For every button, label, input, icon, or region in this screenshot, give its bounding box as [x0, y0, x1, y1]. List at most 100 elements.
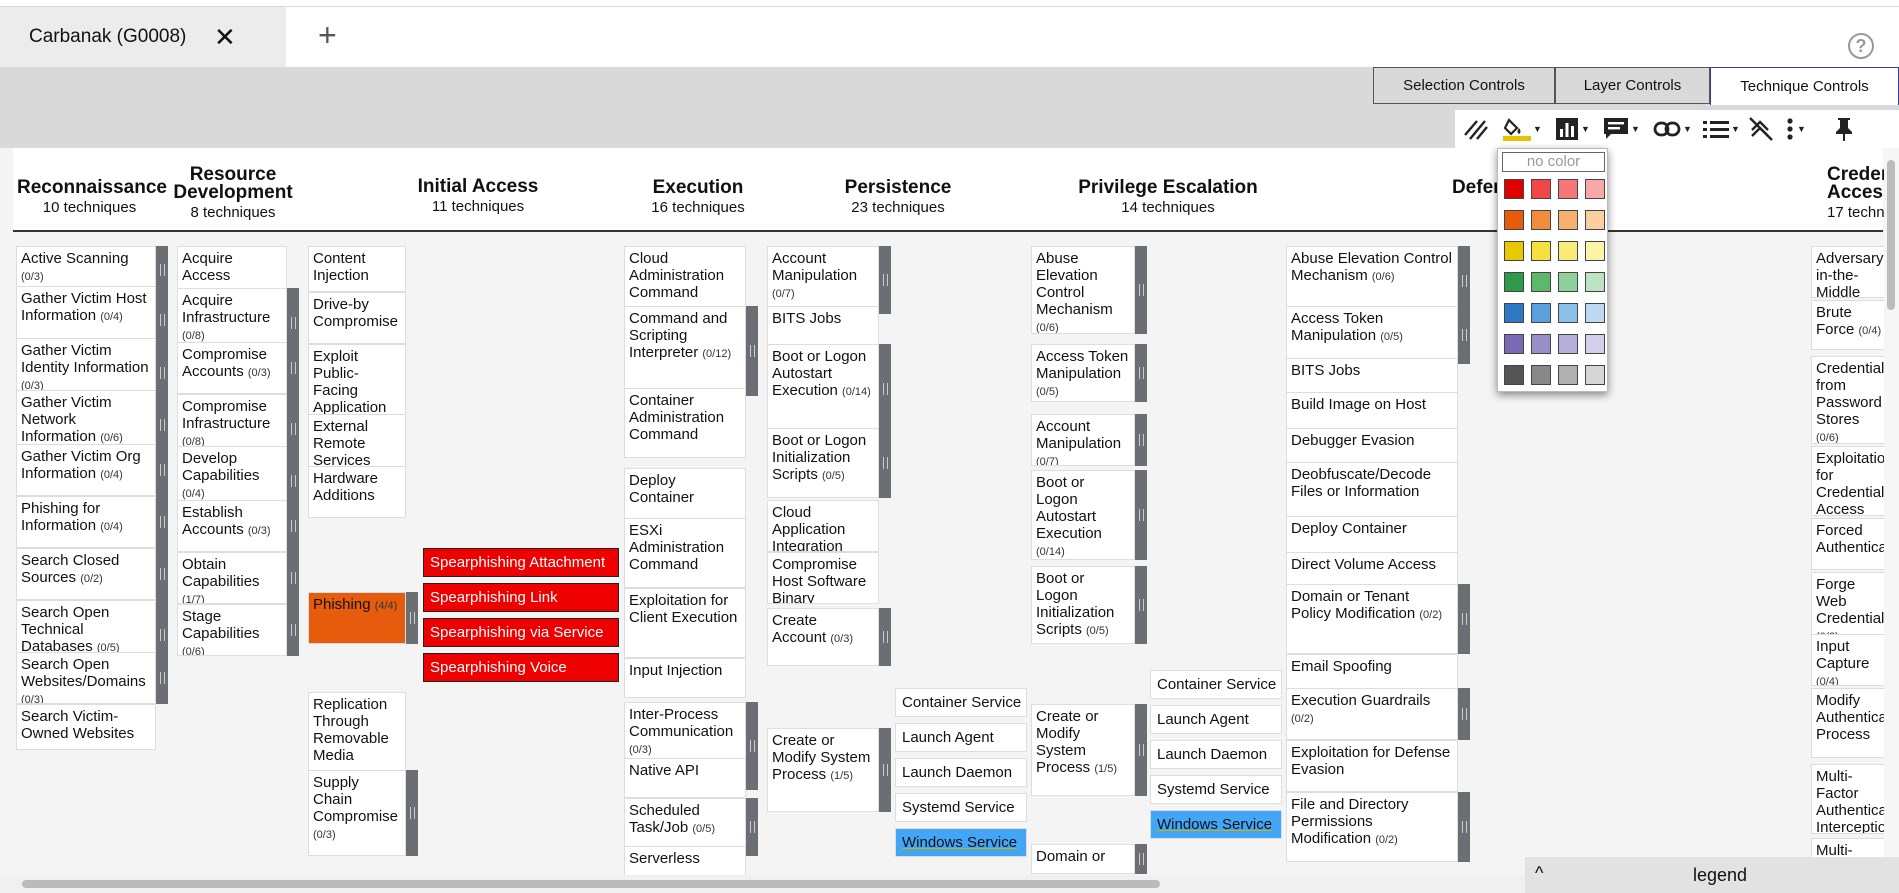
technique-cell[interactable]: Create or Modify System Process (1/5)	[767, 728, 879, 812]
tab-selection-controls[interactable]: Selection Controls	[1373, 67, 1555, 104]
technique-cell[interactable]: Domain or Tenant Policy Modification (0/…	[1286, 584, 1458, 654]
vertical-scrollbar[interactable]	[1884, 148, 1899, 875]
color-swatch[interactable]	[1531, 210, 1551, 230]
color-swatch[interactable]	[1504, 334, 1524, 354]
tactic-header-reconnaissance[interactable]: Reconnaissance 10 techniques	[17, 178, 167, 216]
technique-cell[interactable]: Compromise Host Software Binary	[767, 552, 879, 604]
tactic-header-persistence[interactable]: Persistence 23 techniques	[813, 178, 983, 216]
subtechnique-cell[interactable]: Container Service	[1150, 670, 1282, 699]
subtechnique-cell[interactable]: Launch Agent	[895, 723, 1027, 752]
technique-cell[interactable]: Serverless	[624, 846, 746, 875]
subtechnique-cell[interactable]: Spearphishing via Service	[423, 618, 619, 647]
horizontal-scroll-thumb[interactable]	[22, 880, 1160, 888]
tactic-header-initial-access[interactable]: Initial Access 11 techniques	[393, 177, 563, 215]
expand-subtechniques-handle[interactable]	[406, 770, 418, 856]
color-swatch[interactable]	[1558, 303, 1578, 323]
expand-subtechniques-handle[interactable]	[879, 344, 891, 434]
technique-cell[interactable]: Exploitation for Defense Evasion	[1286, 740, 1458, 792]
technique-cell[interactable]: Deploy Container	[624, 468, 746, 520]
technique-cell[interactable]: Boot or Logon Initialization Scripts (0/…	[767, 428, 879, 498]
technique-cell[interactable]: Exploitation for Credential Access	[1811, 446, 1891, 516]
color-swatch[interactable]	[1531, 272, 1551, 292]
technique-cell[interactable]: Domain or	[1031, 844, 1135, 874]
technique-cell[interactable]: Access Token Manipulation (0/5)	[1031, 344, 1135, 402]
color-swatch[interactable]	[1504, 365, 1524, 385]
new-tab-button[interactable]: +	[318, 17, 337, 54]
technique-cell[interactable]: Abuse Elevation Control Mechanism (0/6)	[1031, 246, 1135, 334]
technique-cell[interactable]: Exploitation for Client Execution	[624, 588, 746, 658]
expand-subtechniques-handle[interactable]	[156, 496, 168, 548]
color-swatch[interactable]	[1531, 179, 1551, 199]
technique-cell[interactable]: File and Directory Permissions Modificat…	[1286, 792, 1458, 862]
technique-cell[interactable]: Input Capture (0/4)	[1811, 634, 1891, 686]
color-swatch[interactable]	[1504, 210, 1524, 230]
technique-cell[interactable]: Access Token Manipulation (0/5)	[1286, 306, 1458, 364]
technique-cell[interactable]: Content Injection	[308, 246, 406, 292]
expand-subtechniques-handle[interactable]	[879, 608, 891, 666]
expand-subtechniques-handle[interactable]	[746, 798, 758, 856]
fill-color-icon[interactable]: ▼	[1503, 115, 1542, 143]
expand-subtechniques-handle[interactable]	[156, 548, 168, 600]
color-swatch[interactable]	[1585, 365, 1605, 385]
technique-cell[interactable]: Boot or Logon Autostart Execution (0/14)	[767, 344, 879, 434]
color-swatch[interactable]	[1531, 334, 1551, 354]
color-swatch[interactable]	[1558, 272, 1578, 292]
expand-subtechniques-handle[interactable]	[1458, 584, 1470, 654]
expand-subtechniques-handle[interactable]	[1135, 470, 1147, 560]
expand-subtechniques-handle[interactable]	[287, 604, 299, 656]
color-swatch[interactable]	[1558, 365, 1578, 385]
color-swatch[interactable]	[1504, 303, 1524, 323]
technique-cell[interactable]: Supply Chain Compromise (0/3)	[308, 770, 406, 856]
metadata-icon[interactable]: ▼	[1703, 115, 1740, 143]
technique-cell[interactable]: Acquire Access	[177, 246, 287, 292]
tactic-header-execution[interactable]: Execution 16 techniques	[613, 178, 783, 216]
vertical-scroll-thumb[interactable]	[1887, 160, 1895, 310]
pin-icon[interactable]	[1833, 115, 1855, 143]
technique-cell[interactable]: ESXi Administration Command	[624, 518, 746, 588]
expand-subtechniques-handle[interactable]	[1458, 688, 1470, 740]
technique-cell[interactable]: Gather Victim Org Information (0/4)	[16, 444, 156, 496]
technique-cell[interactable]: Modify Authentication Process	[1811, 688, 1891, 758]
expand-subtechniques-handle[interactable]	[1135, 414, 1147, 466]
expand-subtechniques-handle[interactable]	[879, 728, 891, 812]
expand-subtechniques-handle[interactable]	[1458, 306, 1470, 364]
subtechnique-cell[interactable]: Spearphishing Attachment	[423, 548, 619, 577]
expand-subtechniques-handle[interactable]	[1458, 792, 1470, 862]
expand-subtechniques-handle[interactable]	[287, 500, 299, 552]
no-color-button[interactable]: no color	[1502, 152, 1605, 172]
tab-layer-controls[interactable]: Layer Controls	[1555, 67, 1710, 104]
technique-cell[interactable]: Account Manipulation (0/7)	[1031, 414, 1135, 466]
subtechnique-cell[interactable]: Launch Agent	[1150, 705, 1282, 734]
subtechnique-cell[interactable]: Systemd Service	[895, 793, 1027, 822]
technique-cell[interactable]: Input Injection	[624, 658, 746, 698]
color-swatch[interactable]	[1558, 334, 1578, 354]
technique-cell[interactable]: Execution Guardrails (0/2)	[1286, 688, 1458, 740]
technique-cell[interactable]: Account Manipulation (0/7)	[767, 246, 879, 314]
technique-cell[interactable]: Replication Through Removable Media	[308, 692, 406, 780]
technique-cell[interactable]: Hardware Additions	[308, 466, 406, 518]
scoring-icon[interactable]: ▼	[1555, 115, 1590, 143]
technique-cell[interactable]: Build Image on Host	[1286, 392, 1458, 432]
color-swatch[interactable]	[1585, 179, 1605, 199]
technique-cell[interactable]: Boot or Logon Initialization Scripts (0/…	[1031, 566, 1135, 644]
subtechnique-cell[interactable]: Windows Service	[895, 828, 1027, 857]
expand-subtechniques-handle[interactable]	[1135, 566, 1147, 644]
technique-cell[interactable]: Cloud Application Integration	[767, 500, 879, 552]
technique-cell[interactable]: Phishing for Information (0/4)	[16, 496, 156, 548]
expand-subtechniques-handle[interactable]	[1135, 844, 1147, 874]
subtechnique-cell[interactable]: Spearphishing Link	[423, 583, 619, 612]
clear-annotations-icon[interactable]	[1748, 115, 1774, 143]
color-swatch[interactable]	[1558, 179, 1578, 199]
technique-cell[interactable]: Search Victim-Owned Websites	[16, 704, 156, 750]
color-swatch[interactable]	[1558, 210, 1578, 230]
technique-cell[interactable]: Obtain Capabilities (1/7)	[177, 552, 287, 604]
expand-subtechniques-handle[interactable]	[1135, 344, 1147, 402]
tactic-header-resource-development[interactable]: Resource Development 8 techniques	[173, 165, 293, 221]
expand-subtechniques-handle[interactable]	[879, 428, 891, 498]
close-icon[interactable]: ✕	[214, 22, 236, 53]
more-options-icon[interactable]: ▼	[1785, 115, 1806, 143]
tactic-header-privilege-escalation[interactable]: Privilege Escalation 14 techniques	[1053, 178, 1283, 216]
layer-tab[interactable]: Carbanak (G0008) ✕	[0, 7, 286, 67]
legend-bar[interactable]: ^ legend	[1525, 857, 1899, 893]
comment-icon[interactable]: ▼	[1603, 115, 1640, 143]
